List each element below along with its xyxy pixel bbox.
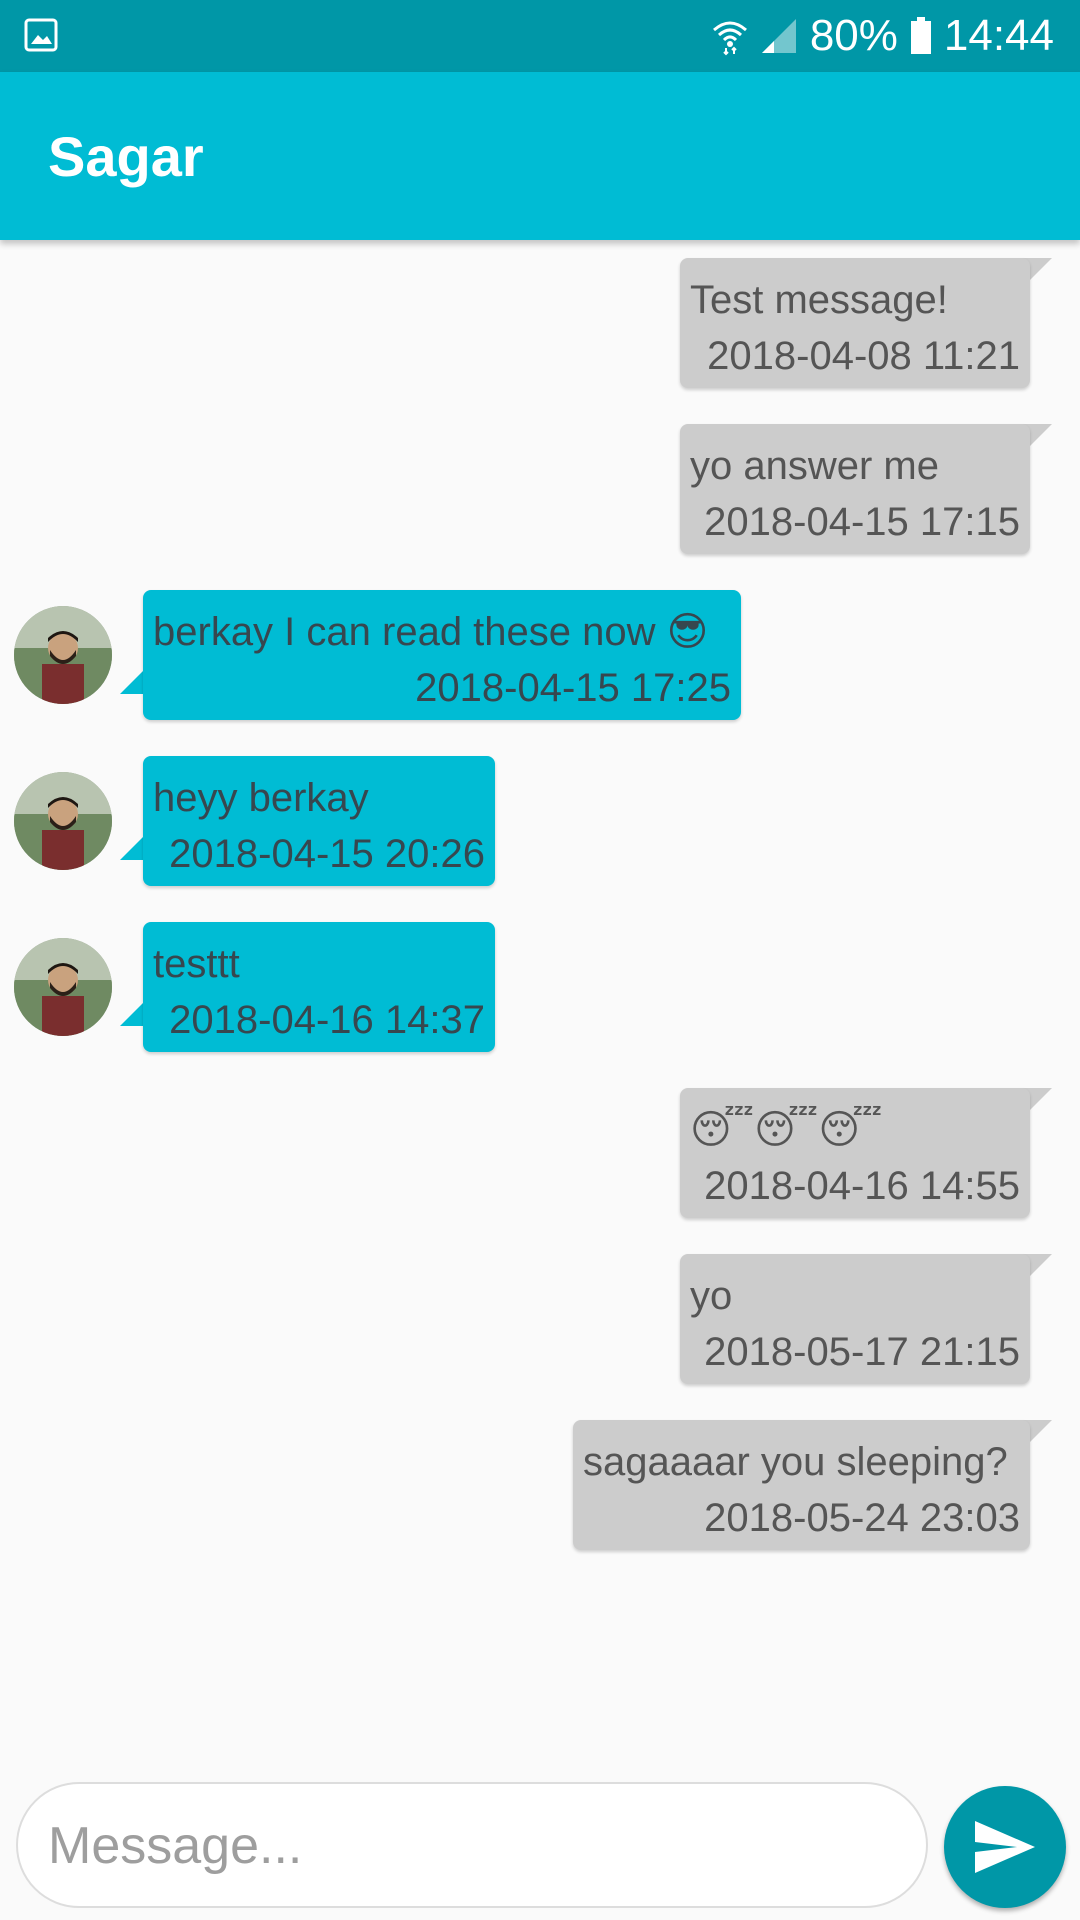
gallery-notification-icon <box>24 18 58 52</box>
message-timestamp: 2018-05-24 23:03 <box>704 1496 1020 1540</box>
message-timestamp: 2018-04-16 14:37 <box>169 998 485 1042</box>
message-timestamp: 2018-05-17 21:15 <box>704 1330 1020 1374</box>
app-bar: Sagar <box>0 72 1080 240</box>
send-icon <box>975 1821 1035 1873</box>
status-indicators: 80% 14:44 <box>712 0 1054 72</box>
message-text: sagaaaar you sleeping? <box>583 1440 1008 1484</box>
message-text: yo <box>690 1274 733 1318</box>
battery-percentage: 80% <box>809 11 898 60</box>
conversation-title: Sagar <box>48 125 204 188</box>
battery-icon <box>910 17 931 54</box>
wifi-icon <box>712 21 747 56</box>
message-bubble[interactable]: sagaaaar you sleeping? 2018-05-24 23:03 <box>573 1420 1030 1550</box>
message-text: testtt <box>153 942 240 986</box>
message-text: 😴😴😴 <box>690 1108 883 1152</box>
avatar-photo <box>14 772 112 870</box>
message-text: berkay I can read these now 😎 <box>153 610 709 654</box>
avatar-photo <box>14 606 112 704</box>
message-bubble[interactable]: Test message! 2018-04-08 11:21 <box>680 258 1030 388</box>
message-bubble[interactable]: heyy berkay 2018-04-15 20:26 <box>143 756 495 886</box>
message-bubble[interactable]: yo answer me 2018-04-15 17:15 <box>680 424 1030 554</box>
message-timestamp: 2018-04-15 17:25 <box>415 666 731 710</box>
status-bar: 80% 14:44 <box>0 0 1080 72</box>
message-text: heyy berkay <box>153 776 369 820</box>
avatar[interactable] <box>14 938 112 1036</box>
message-list[interactable]: Test message! 2018-04-08 11:21 yo answer… <box>0 240 1080 1760</box>
message-timestamp: 2018-04-16 14:55 <box>704 1164 1020 1208</box>
message-text: Test message! <box>690 278 948 322</box>
signal-icon <box>761 19 796 53</box>
send-button[interactable] <box>944 1786 1066 1908</box>
message-bubble[interactable]: testtt 2018-04-16 14:37 <box>143 922 495 1052</box>
avatar[interactable] <box>14 772 112 870</box>
message-input[interactable] <box>46 1784 900 1908</box>
avatar-photo <box>14 938 112 1036</box>
message-bubble[interactable]: berkay I can read these now 😎 2018-04-15… <box>143 590 741 720</box>
message-timestamp: 2018-04-15 20:26 <box>169 832 485 876</box>
avatar[interactable] <box>14 606 112 704</box>
message-text: yo answer me <box>690 444 939 488</box>
message-bubble[interactable]: 😴😴😴 2018-04-16 14:55 <box>680 1088 1030 1218</box>
message-timestamp: 2018-04-08 11:21 <box>707 334 1020 378</box>
message-timestamp: 2018-04-15 17:15 <box>704 500 1020 544</box>
message-bubble[interactable]: yo 2018-05-17 21:15 <box>680 1254 1030 1384</box>
message-input-container <box>16 1782 928 1908</box>
status-time: 14:44 <box>943 11 1054 60</box>
